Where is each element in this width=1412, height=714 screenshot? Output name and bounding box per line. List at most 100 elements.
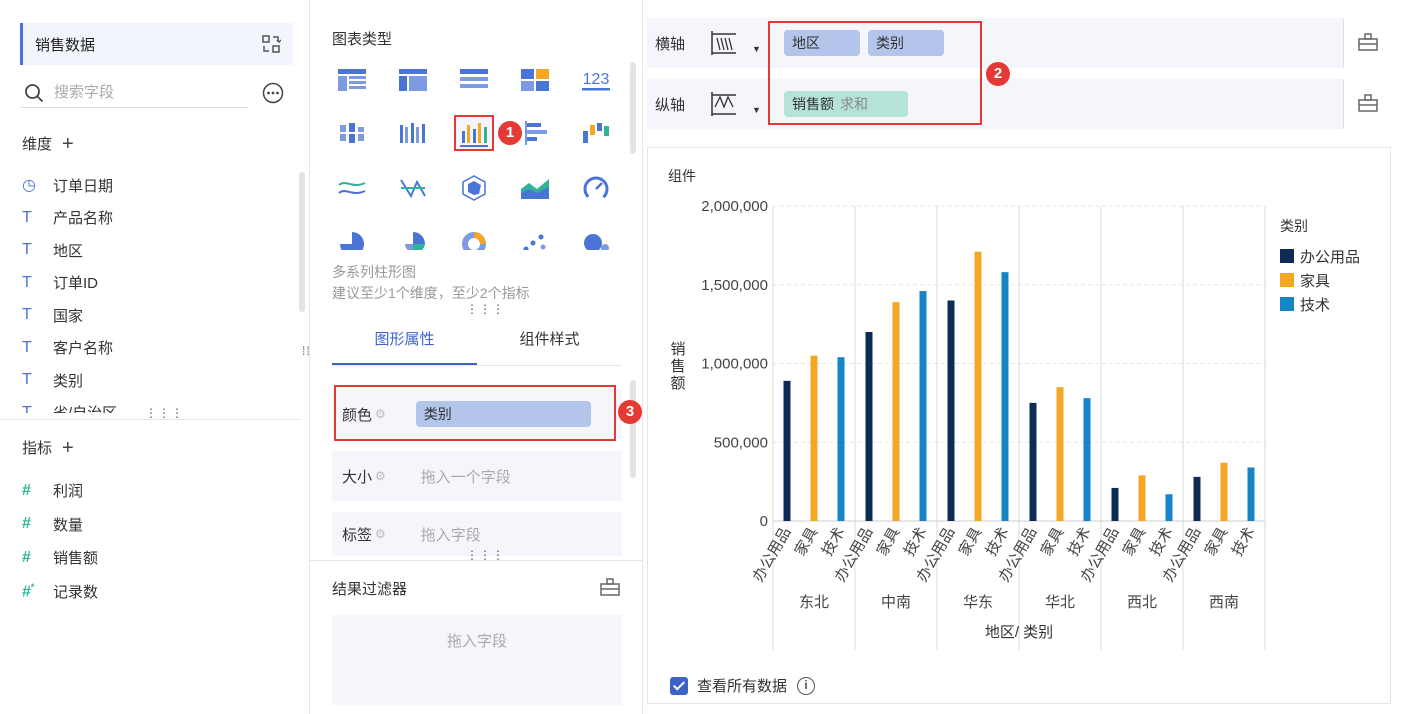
property-scrollbar[interactable] [630,380,636,478]
legend-item[interactable]: 技术 [1280,292,1360,316]
measure-item[interactable]: # 销售额 [22,541,98,575]
settings-gear-icon[interactable]: ⚙ [375,527,386,541]
filter-drop-zone[interactable]: 拖入字段 [332,615,622,705]
config-panel: 图表类型 123 多系列柱形图 建议至少1个维度，至少2个指标 ⋮⋮⋮ 图形属性… [310,0,643,714]
y-axis-settings[interactable] [1343,79,1391,129]
dimension-item[interactable]: T 产品名称 [22,202,117,235]
dimension-item[interactable]: T 客户名称 [22,332,117,365]
x-axis-settings[interactable] [1343,18,1391,68]
radar-chart-icon[interactable] [454,170,494,206]
legend-item[interactable]: 办公用品 [1280,244,1360,268]
dimension-item[interactable]: ◷ 订单日期 [22,169,117,202]
chart-type-title: 图表类型 [332,31,393,48]
size-drop-zone[interactable]: 拖入一个字段 [421,466,511,487]
annotation-box-2 [768,21,982,125]
settings-gear-icon[interactable]: ⚙ [375,469,386,483]
dimension-scrollbar[interactable] [299,172,305,312]
label-label: 标签 [342,526,373,544]
view-all-data[interactable]: 查看所有数据 i [670,675,816,696]
dimension-item[interactable]: T省/自治区 [22,397,117,413]
y-axis-title-char: 额 [670,375,685,392]
gauge-chart-icon[interactable] [576,170,616,206]
legend-swatch [1280,273,1294,287]
measure-item[interactable]: #* 记录数 [22,575,98,609]
view-all-checkbox[interactable] [670,676,688,695]
info-icon[interactable]: i [797,676,816,695]
area-chart-icon[interactable] [515,170,555,206]
y-axis-title-char: 销 [670,341,685,358]
property-tabs: 图形属性 组件样式 [332,318,622,366]
y-tick-label: 1,000,000 [701,356,768,373]
axis-settings-icon[interactable] [1358,33,1378,51]
scatter-chart-icon[interactable] [515,225,555,250]
y-axis-caret-icon[interactable]: ▼ [752,105,761,115]
dimension-item[interactable]: T 类别 [22,364,117,397]
grouped-column-icon[interactable] [393,115,433,151]
add-measure-icon[interactable]: + [62,438,74,458]
legend-swatch [1280,297,1294,311]
measure-list: # 利润 # 数量 # 销售额 #* 记录数 [22,474,98,608]
table-chart-icon[interactable] [332,62,372,98]
search-input[interactable] [54,84,234,101]
dimension-item[interactable]: T 国家 [22,299,117,332]
sunburst-chart-icon[interactable] [454,225,494,250]
line-chart-icon[interactable] [332,170,372,206]
x-group-label: 东北 [799,594,829,611]
y-tick-label: 2,000,000 [701,198,768,215]
x-axis-icon[interactable] [709,28,739,58]
waterfall-chart-icon[interactable] [576,115,616,151]
x-group-label: 西北 [1127,594,1157,611]
svg-text:123: 123 [583,71,610,88]
bar [865,332,873,521]
chart-type-scrollbar[interactable] [630,62,636,154]
more-options-icon[interactable] [262,82,284,104]
resize-handle-icon[interactable]: ⋮⋮⋮ [466,303,505,315]
axis-settings-icon[interactable] [1358,94,1378,112]
kpi-card-icon[interactable] [515,62,555,98]
measure-item[interactable]: # 数量 [22,508,98,542]
x-axis-caret-icon[interactable]: ▼ [752,44,761,54]
label-drop-zone[interactable]: 拖入字段 [421,524,481,545]
tab-component-style[interactable]: 组件样式 [477,318,622,365]
legend-item[interactable]: 家具 [1280,268,1360,292]
chart-type-description: 多系列柱形图 建议至少1个维度，至少2个指标 [332,262,530,304]
measure-item[interactable]: # 利润 [22,474,98,508]
result-filter-title: 结果过滤器 [332,581,408,598]
x-axis-label: 横轴 [655,36,686,53]
annotation-badge-2: 2 [986,62,1010,86]
measures-header: 指标 + [22,436,74,459]
y-axis-label: 纵轴 [655,97,686,114]
bar [1220,462,1228,521]
field-search [20,78,248,108]
bar [1111,487,1119,521]
filter-settings-icon[interactable] [600,578,620,596]
text-type-icon: T [22,241,32,259]
switch-dataset-icon[interactable] [261,34,281,54]
detail-table-icon[interactable] [454,62,494,98]
radar-line-icon[interactable] [393,170,433,206]
x-sub-tick-label: 家具 [792,525,822,559]
size-property[interactable]: 大小 ⚙ 拖入一个字段 [332,451,622,501]
resize-handle-icon[interactable]: ⋮⋮⋮ [145,407,184,419]
text-type-icon: T [22,208,32,226]
dataset-header[interactable]: 销售数据 [20,23,293,65]
bar [919,291,927,521]
search-icon [25,83,44,102]
legend-label: 技术 [1300,296,1331,314]
x-sub-tick-label: 家具 [956,525,986,559]
number-card-icon[interactable]: 123 [576,62,616,98]
rose-chart-icon[interactable] [393,225,433,250]
pie-chart-icon[interactable] [332,225,372,250]
add-dimension-icon[interactable]: + [62,134,74,154]
box-plot-icon[interactable] [332,115,372,151]
crosstab-chart-icon[interactable] [393,62,433,98]
bubble-chart-icon[interactable] [576,225,616,250]
resize-handle-icon[interactable]: ⋮⋮⋮ [466,549,505,561]
y-axis-icon[interactable] [709,89,739,119]
multi-series-column-icon[interactable] [454,115,494,151]
tab-graph-properties[interactable]: 图形属性 [332,318,477,365]
dimension-item[interactable]: T 订单ID [22,267,117,300]
dimension-item[interactable]: T 地区 [22,234,117,267]
x-sub-tick-label: 家具 [874,525,904,559]
y-tick-label: 0 [760,513,768,530]
